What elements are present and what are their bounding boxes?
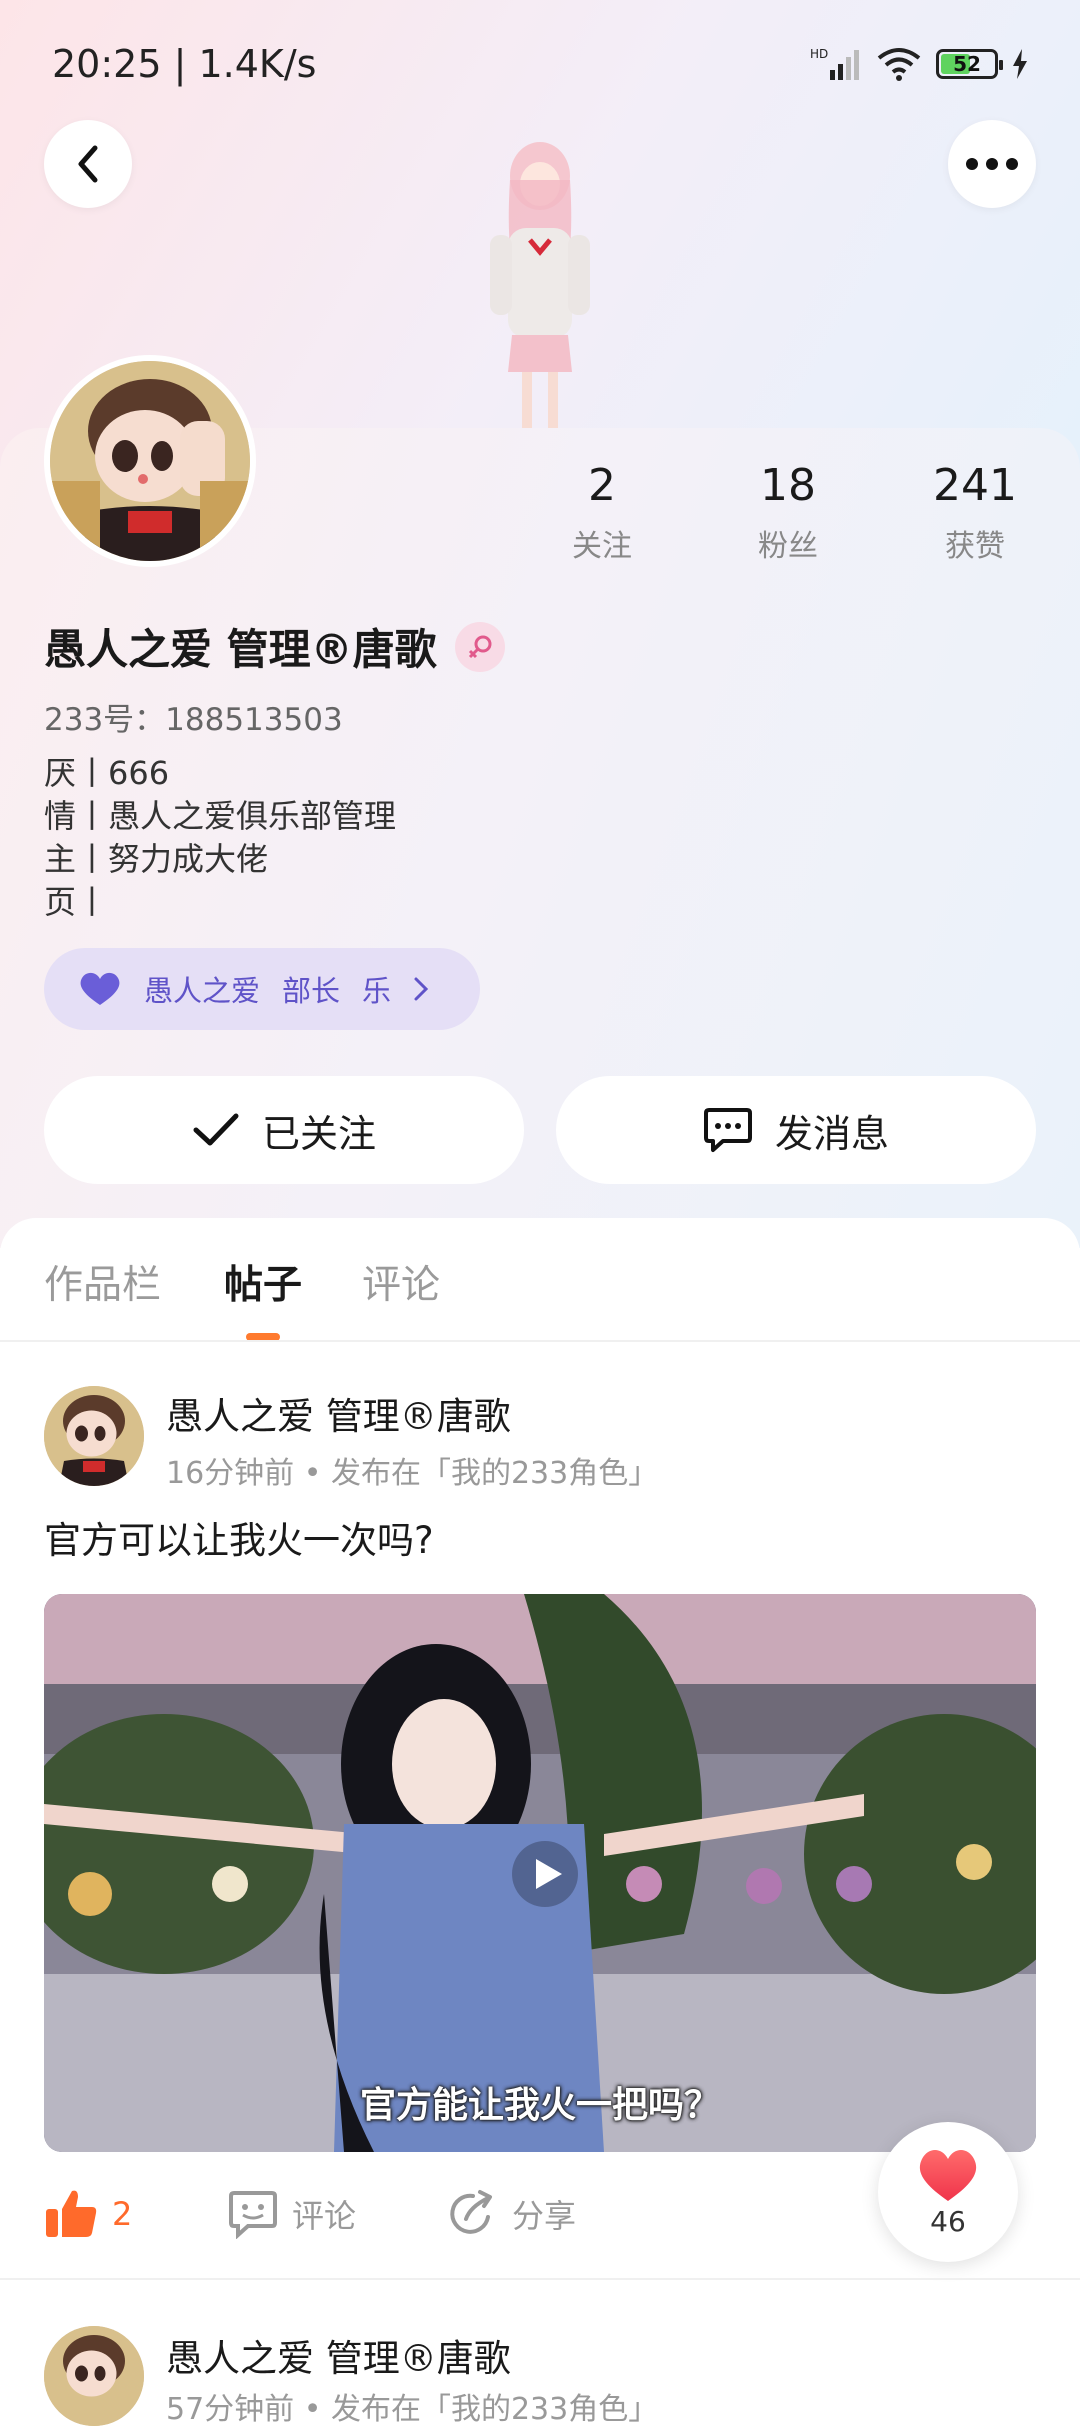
followed-button[interactable]: 已关注 bbox=[44, 1076, 524, 1184]
post-meta: 16分钟前 • 发布在「我的233角色」 bbox=[166, 1456, 659, 1491]
heart-like-button[interactable]: 46 bbox=[878, 2122, 1018, 2262]
post-separator bbox=[0, 2278, 1080, 2280]
status-icons: HD 52 bbox=[810, 44, 1028, 84]
followers-count: 18 bbox=[760, 460, 816, 511]
post-video[interactable]: 官方能让我火一把吗？ bbox=[44, 1594, 1036, 2152]
like-button[interactable]: 2 bbox=[44, 2184, 132, 2244]
like-count: 2 bbox=[112, 2195, 133, 2233]
character-avatar-image[interactable] bbox=[450, 140, 630, 430]
svg-text:HD: HD bbox=[810, 47, 828, 61]
club-role: 部长 bbox=[282, 974, 341, 1008]
bio-line: 页丨 bbox=[44, 883, 109, 921]
profile-name-row: 愚人之爱 管理®唐歌 bbox=[44, 616, 505, 677]
club-tag: 乐 bbox=[362, 974, 392, 1008]
share-icon bbox=[450, 2190, 492, 2234]
tab-works[interactable]: 作品栏 bbox=[44, 1254, 161, 1310]
battery-level: 52 bbox=[953, 52, 981, 76]
chat-bubble-icon bbox=[703, 1108, 752, 1152]
divider bbox=[0, 1340, 1080, 1342]
likes-label: 获赞 bbox=[945, 529, 1005, 564]
comment-button[interactable]: 评论 bbox=[228, 2184, 356, 2244]
back-arrow-icon bbox=[78, 145, 98, 183]
profile-avatar-image bbox=[50, 361, 250, 561]
post-author-name[interactable]: 愚人之爱 管理®唐歌 bbox=[166, 1386, 511, 1440]
following-count: 2 bbox=[588, 460, 616, 511]
battery-icon: 52 bbox=[936, 49, 1003, 79]
stat-followers[interactable]: 18 粉丝 bbox=[708, 460, 868, 565]
tab-comments[interactable]: 评论 bbox=[362, 1254, 440, 1310]
thumbs-up-icon bbox=[46, 2190, 97, 2237]
share-button[interactable]: 分享 bbox=[448, 2184, 576, 2244]
followed-label: 已关注 bbox=[261, 1111, 376, 1156]
stat-following[interactable]: 2 关注 bbox=[522, 460, 682, 565]
bio-line: 主丨努力成大佬 bbox=[44, 840, 269, 878]
status-time: 20:25 | 1.4K/s bbox=[52, 42, 317, 86]
chevron-right-icon bbox=[414, 977, 429, 1001]
more-dots-icon bbox=[966, 158, 1018, 170]
user-id: 233号：188513503 bbox=[44, 702, 343, 738]
share-label: 分享 bbox=[512, 2197, 577, 2235]
heart-club-icon bbox=[80, 972, 120, 1005]
heart-icon bbox=[919, 2149, 977, 2201]
send-message-button[interactable]: 发消息 bbox=[556, 1076, 1036, 1184]
post-author-avatar[interactable] bbox=[44, 1386, 144, 1486]
club-name: 愚人之爱 bbox=[144, 974, 261, 1008]
stat-likes[interactable]: 241 获赞 bbox=[895, 460, 1055, 565]
female-gender-icon bbox=[454, 621, 505, 672]
signal-icon: HD bbox=[810, 47, 859, 80]
charging-icon bbox=[1013, 49, 1027, 79]
status-bar: 20:25 | 1.4K/s HD 52 bbox=[0, 0, 1080, 130]
heart-count: 46 bbox=[930, 2204, 966, 2238]
post-meta: 57分钟前 • 发布在「我的233角色」 bbox=[166, 2392, 659, 2427]
check-icon bbox=[193, 1113, 239, 1146]
post-author-name[interactable]: 愚人之爱 管理®唐歌 bbox=[166, 2328, 511, 2382]
tab-posts[interactable]: 帖子 bbox=[224, 1254, 302, 1310]
comment-label: 评论 bbox=[292, 2197, 357, 2235]
bio-line: 厌丨666 bbox=[44, 754, 170, 792]
profile-name: 愚人之爱 管理®唐歌 bbox=[44, 625, 437, 674]
comment-icon bbox=[229, 2191, 277, 2239]
club-badge[interactable]: 愚人之爱 部长 乐 bbox=[44, 948, 480, 1030]
more-button[interactable] bbox=[948, 120, 1036, 208]
post-author-avatar[interactable] bbox=[44, 2326, 144, 2426]
back-button[interactable] bbox=[44, 120, 132, 208]
followers-label: 粉丝 bbox=[758, 529, 818, 564]
video-caption: 官方能让我火一把吗？ bbox=[359, 2085, 720, 2126]
following-label: 关注 bbox=[572, 529, 632, 564]
bio-line: 情丨愚人之爱俱乐部管理 bbox=[44, 797, 397, 835]
likes-count: 241 bbox=[933, 460, 1017, 511]
play-icon[interactable] bbox=[510, 1839, 580, 1909]
profile-bio: 厌丨666 情丨愚人之爱俱乐部管理 主丨努力成大佬 页丨 bbox=[44, 752, 396, 924]
send-message-label: 发消息 bbox=[774, 1111, 889, 1156]
profile-avatar[interactable] bbox=[44, 355, 256, 567]
wifi-icon bbox=[877, 48, 921, 81]
post-text[interactable]: 官方可以让我火一次吗? bbox=[44, 1510, 434, 1564]
